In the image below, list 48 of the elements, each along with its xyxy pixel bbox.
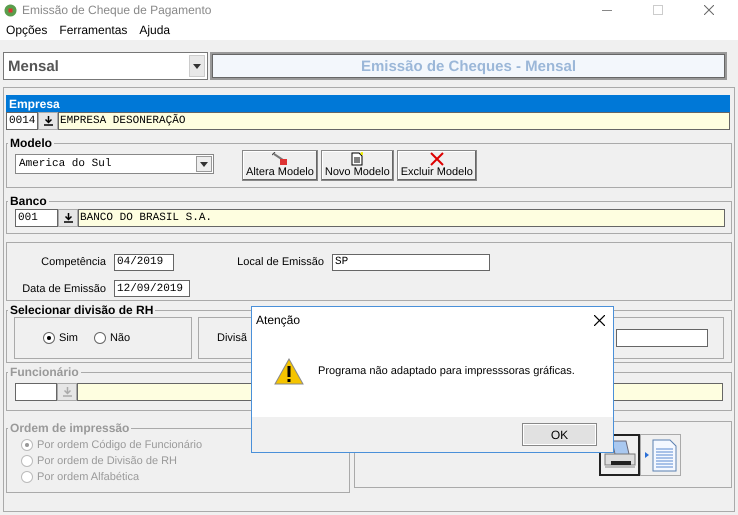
group-label: Funcionário [9,365,80,379]
menu-item[interactable]: Ferramentas [59,23,128,37]
group-label: Banco [9,194,48,208]
download-icon [64,213,72,223]
field-label: Divisã [217,332,247,344]
download-icon [44,116,52,126]
section-header: Empresa [6,95,730,112]
name-field[interactable]: EMPRESA DESONERAÇÃO [58,112,730,130]
window-title: Emissão de Cheque de Pagamento [22,3,212,17]
date-field[interactable]: 12/09/2019 [114,280,190,298]
warning-icon [274,358,304,384]
model-button[interactable]: Altera Modelo [242,150,318,181]
date-field[interactable]: 04/2019 [114,254,174,271]
field-label: Local de Emissão [236,256,325,268]
radio-option[interactable]: Sim [43,332,78,344]
name-field[interactable]: BANCO DO BRASIL S.A. [78,209,725,227]
group-label: Ordem de impressão [9,421,130,435]
code-field[interactable]: 001 [15,209,58,227]
field-label: Data de Emissão [21,282,107,295]
caret-icon [193,64,201,68]
radio-option[interactable]: Não [94,332,130,344]
dialog-message: Programa não adaptado para impresssoras gráficas. [318,365,575,377]
pen-icon [272,152,288,166]
model-button[interactable]: Novo Modelo [320,150,394,181]
code-field[interactable]: 0014 [6,112,38,130]
menu-item[interactable]: Opções [6,23,48,37]
period-dropdown[interactable]: Mensal [3,52,208,80]
page-heading: Emissão de Cheques - Mensal [210,52,727,80]
cross-icon [430,152,444,166]
lookup-button[interactable] [58,209,78,227]
ok-button[interactable]: OK [522,423,597,446]
app-icon [4,4,17,16]
menu-item[interactable]: Ajuda [139,23,170,37]
code-field[interactable] [15,383,57,401]
group-label: Modelo [9,136,53,150]
close-icon[interactable] [594,314,605,326]
model-dropdown[interactable]: America do Sul [15,154,214,174]
location-field[interactable]: SP [332,254,490,271]
caret-icon [200,162,208,166]
group-label: Selecionar divisão de RH [9,303,154,317]
field-label: Competência [40,256,107,268]
division-field[interactable] [616,329,708,347]
lookup-button[interactable] [38,112,58,130]
document-icon [351,152,364,166]
model-button[interactable]: Excluir Modelo [396,150,477,181]
export-file-icon [644,438,678,472]
download-icon [62,387,72,397]
dialog-title: Atenção [256,313,300,327]
